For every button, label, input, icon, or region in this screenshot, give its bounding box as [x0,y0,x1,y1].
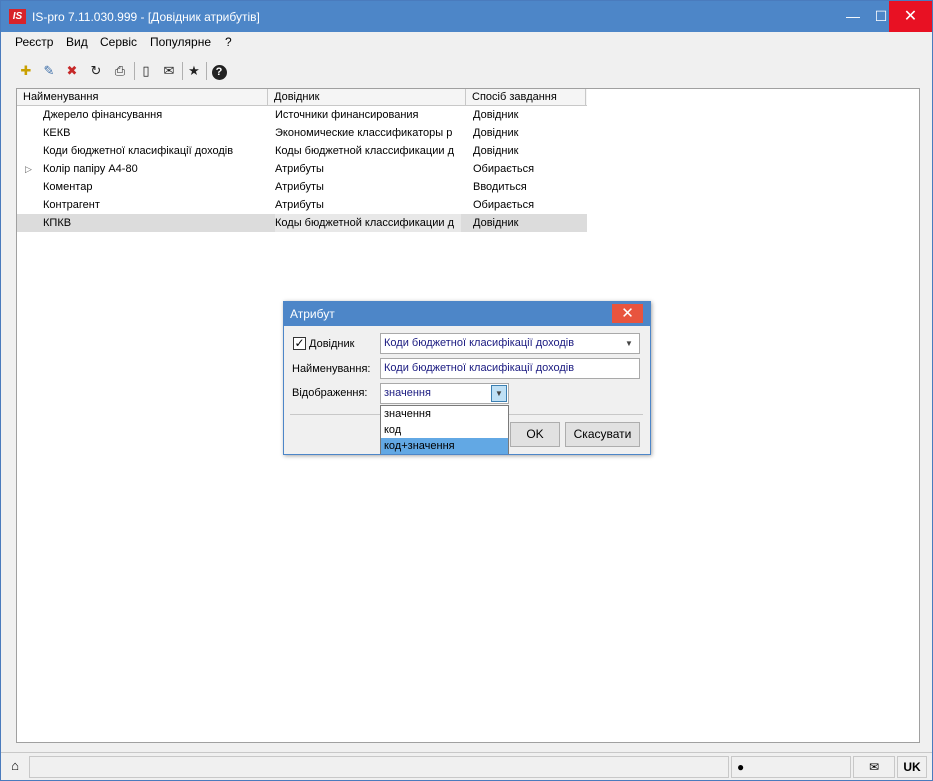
title-bar[interactable]: IS IS-pro 7.11.030.999 - [Довідник атриб… [1,1,932,32]
close-icon: ✕ [621,305,634,322]
cell-mode: Вводиться [473,181,527,193]
dropdown-option-value[interactable]: значення [381,406,508,422]
factory-icon: ⌂ [3,756,27,778]
display-label: Відображення: [292,387,368,399]
table-row[interactable]: Джерело фінансування Источники финансиро… [17,106,587,124]
reference-checkbox-label: Довідник [309,338,355,350]
mail-icon: ✉ [868,760,880,774]
favorite-star-icon: ★ [188,63,200,78]
language-indicator[interactable]: UK [897,756,927,778]
help-button[interactable]: ? [208,60,230,82]
cell-name: КЕКВ [43,127,71,139]
dropdown-option-code-value[interactable]: код+значення [381,438,508,454]
reference-select-value: Коди бюджетної класифікації доходів [384,337,575,349]
table-row-selected[interactable]: КПКВ Коды бюджетной классификации д Дові… [17,214,587,232]
ok-button[interactable]: OK [510,422,560,447]
cell-name: Джерело фінансування [43,109,163,121]
grid-header: Найменування Довідник Спосіб завдання [17,89,587,106]
dropdown-option-code[interactable]: код [381,422,508,438]
chevron-down-icon[interactable]: ▼ [622,334,636,353]
column-header-name[interactable]: Найменування [17,89,268,106]
cell-name: Контрагент [43,199,100,211]
mail-button[interactable]: ✉ [158,60,180,82]
menu-item-help[interactable]: ? [225,35,232,49]
favorite-button[interactable]: ★ [183,60,205,82]
print-button[interactable]: ⎙ [109,60,131,82]
display-select[interactable]: значення ▼ [380,383,509,404]
table-row[interactable]: КЕКВ Экономические классификаторы р Дові… [17,124,587,142]
cell-mode: Обирається [473,163,535,175]
dialog-close-button[interactable]: ✕ [612,304,643,323]
document-icon: ▯ [142,63,150,78]
status-panel [29,756,729,778]
mail-status-button[interactable]: ✉ [853,756,895,778]
reference-checkbox[interactable]: ✓ [293,337,306,350]
cell-name: Коди бюджетної класифікації доходів [43,145,234,157]
dialog-title-bar[interactable]: Атрибут ✕ [284,302,650,326]
cell-reference: Экономические классификаторы р [275,127,453,139]
cell-name: Коментар [43,181,93,193]
menu-item-service[interactable]: Сервіс [100,35,137,49]
expand-arrow-icon[interactable]: ▷ [25,160,32,178]
dialog-title: Атрибут [290,307,335,321]
cell-name: Колір папіру А4-80 [43,163,138,175]
cell-mode: Довідник [473,217,519,229]
cell-mode: Довідник [473,145,519,157]
cell-name: КПКВ [43,217,72,229]
cell-reference: Источники финансирования [275,109,419,121]
cell-reference: Атрибуты [275,199,324,211]
user-icon: ● [737,760,745,774]
minimize-button[interactable]: — [839,1,867,32]
table-row[interactable]: Контрагент Атрибуты Обирається [17,196,587,214]
print-icon: ⎙ [114,63,126,78]
cell-reference: Атрибуты [275,181,324,193]
cell-mode: Довідник [473,109,519,121]
delete-icon: ✖ [66,63,78,78]
chevron-down-icon[interactable]: ▼ [491,385,507,402]
table-row[interactable]: Коди бюджетної класифікації доходів Коды… [17,142,587,160]
menu-item-registry[interactable]: Реєстр [15,35,53,49]
menu-item-view[interactable]: Вид [66,35,88,49]
delete-button[interactable]: ✖ [61,60,83,82]
close-icon: ✕ [903,8,918,25]
cancel-button[interactable]: Скасувати [565,422,640,447]
name-field[interactable]: Коди бюджетної класифікації доходів [380,358,640,379]
new-icon: ✚ [20,63,32,78]
new-button[interactable]: ✚ [15,60,37,82]
cell-reference: Атрибуты [275,163,324,175]
edit-button[interactable]: ✎ [38,60,60,82]
name-label: Найменування: [292,363,371,375]
toolbar: ✚ ✎ ✖ ↻ ⎙ ▯ ✉ ★ ? [15,60,235,84]
window-title: IS-pro 7.11.030.999 - [Довідник атрибуті… [32,10,260,24]
refresh-icon: ↻ [90,63,102,78]
refresh-button[interactable]: ↻ [85,60,107,82]
cell-reference: Коды бюджетной классификации д [275,214,461,232]
column-header-mode[interactable]: Спосіб завдання [466,89,586,106]
app-logo-icon: IS [9,9,26,24]
user-panel: ● [731,756,851,778]
cell-mode: Довідник [473,127,519,139]
cell-reference: Коды бюджетной классификации д [275,145,454,157]
document-button[interactable]: ▯ [135,60,157,82]
menu-item-popular[interactable]: Популярне [150,35,211,49]
table-row[interactable]: Коментар Атрибуты Вводиться [17,178,587,196]
cell-mode: Обирається [473,199,535,211]
checkmark-icon: ✓ [294,336,305,350]
table-row[interactable]: ▷ Колір папіру А4-80 Атрибуты Обирається [17,160,587,178]
toolbar-separator [206,62,207,80]
reference-select[interactable]: Коди бюджетної класифікації доходів ▼ [380,333,640,354]
close-button[interactable]: ✕ [889,1,932,32]
edit-icon: ✎ [43,63,55,78]
display-dropdown-list: значення код код+значення [380,405,509,454]
status-bar: ⌂ ● ✉ UK [1,752,932,780]
column-header-reference[interactable]: Довідник [268,89,466,106]
minimize-icon: — [846,8,860,24]
maximize-icon: ☐ [874,8,888,24]
menu-bar: Реєстр Вид Сервіс Популярне ? [1,32,932,52]
help-icon: ? [211,65,227,80]
mail-icon: ✉ [163,63,175,78]
display-select-value: значення [384,387,431,399]
